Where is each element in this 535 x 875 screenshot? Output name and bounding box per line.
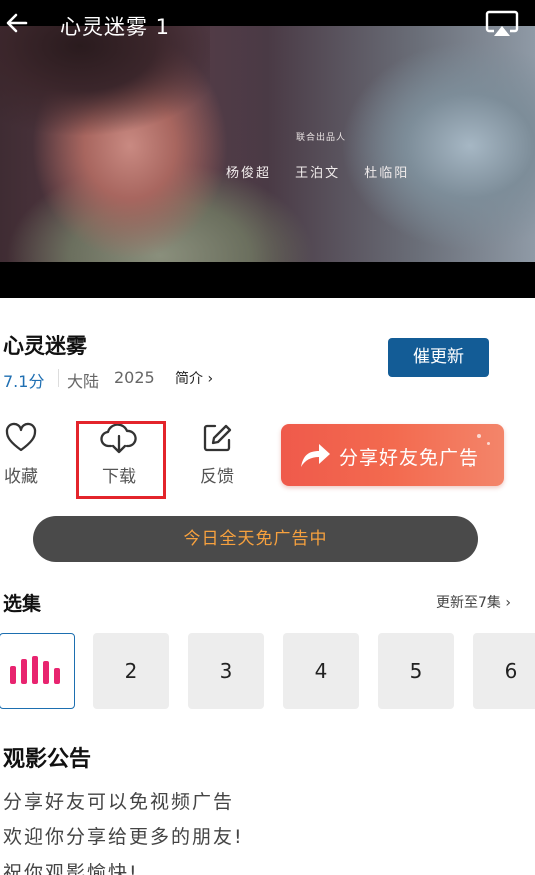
notice-title: 观影公告: [3, 747, 92, 772]
share-friends-button[interactable]: 分享好友免广告: [281, 424, 504, 486]
episode-2-tile[interactable]: 2: [93, 633, 169, 709]
feedback-button[interactable]: 反馈: [187, 422, 247, 492]
notice-line-1: 分享好友可以免视频广告: [3, 791, 235, 813]
notice-line-3: 祝你观影愉快!: [3, 862, 139, 875]
episode-5-tile[interactable]: 5: [378, 633, 454, 709]
year: 2025: [114, 368, 155, 387]
rating: 7.1分: [3, 372, 45, 391]
episodes-more-link[interactable]: 更新至7集 ›: [436, 592, 511, 612]
credits-names: 杨俊超 王泊文 杜临阳: [226, 166, 410, 181]
show-title: 心灵迷雾: [3, 334, 87, 358]
favorite-label: 收藏: [4, 467, 38, 487]
share-arrow-icon: [301, 444, 330, 467]
edit-icon: [203, 424, 232, 452]
favorite-button[interactable]: 收藏: [0, 422, 51, 492]
ad-free-banner: 今日全天免广告中: [33, 516, 478, 562]
episode-4-tile[interactable]: 4: [283, 633, 359, 709]
episode-3-tile[interactable]: 3: [188, 633, 264, 709]
intro-link[interactable]: 简介 ›: [175, 368, 213, 388]
heart-icon: [5, 422, 37, 452]
credits-heading: 联合出品人: [296, 133, 347, 143]
video-frame: 联合出品人 杨俊超 王泊文 杜临阳: [0, 26, 535, 262]
player-top-bar: 心灵迷雾 1: [0, 0, 535, 46]
equalizer-icon: [10, 656, 60, 684]
episode-6-tile[interactable]: 6: [473, 633, 535, 709]
back-arrow-icon[interactable]: [4, 10, 30, 36]
download-highlight-box: [76, 421, 166, 499]
meta-divider: [58, 369, 59, 387]
airplay-icon[interactable]: [484, 9, 520, 39]
notice-line-2: 欢迎你分享给更多的朋友!: [3, 826, 244, 848]
episodes-heading: 选集: [3, 593, 42, 615]
request-update-button[interactable]: 催更新: [388, 338, 489, 377]
share-label: 分享好友免广告: [339, 447, 480, 469]
region: 大陆: [67, 372, 100, 391]
episode-1-tile[interactable]: [0, 633, 75, 709]
video-title: 心灵迷雾 1: [60, 15, 171, 39]
feedback-label: 反馈: [200, 467, 234, 487]
video-player[interactable]: 联合出品人 杨俊超 王泊文 杜临阳 心灵迷雾 1: [0, 0, 535, 298]
